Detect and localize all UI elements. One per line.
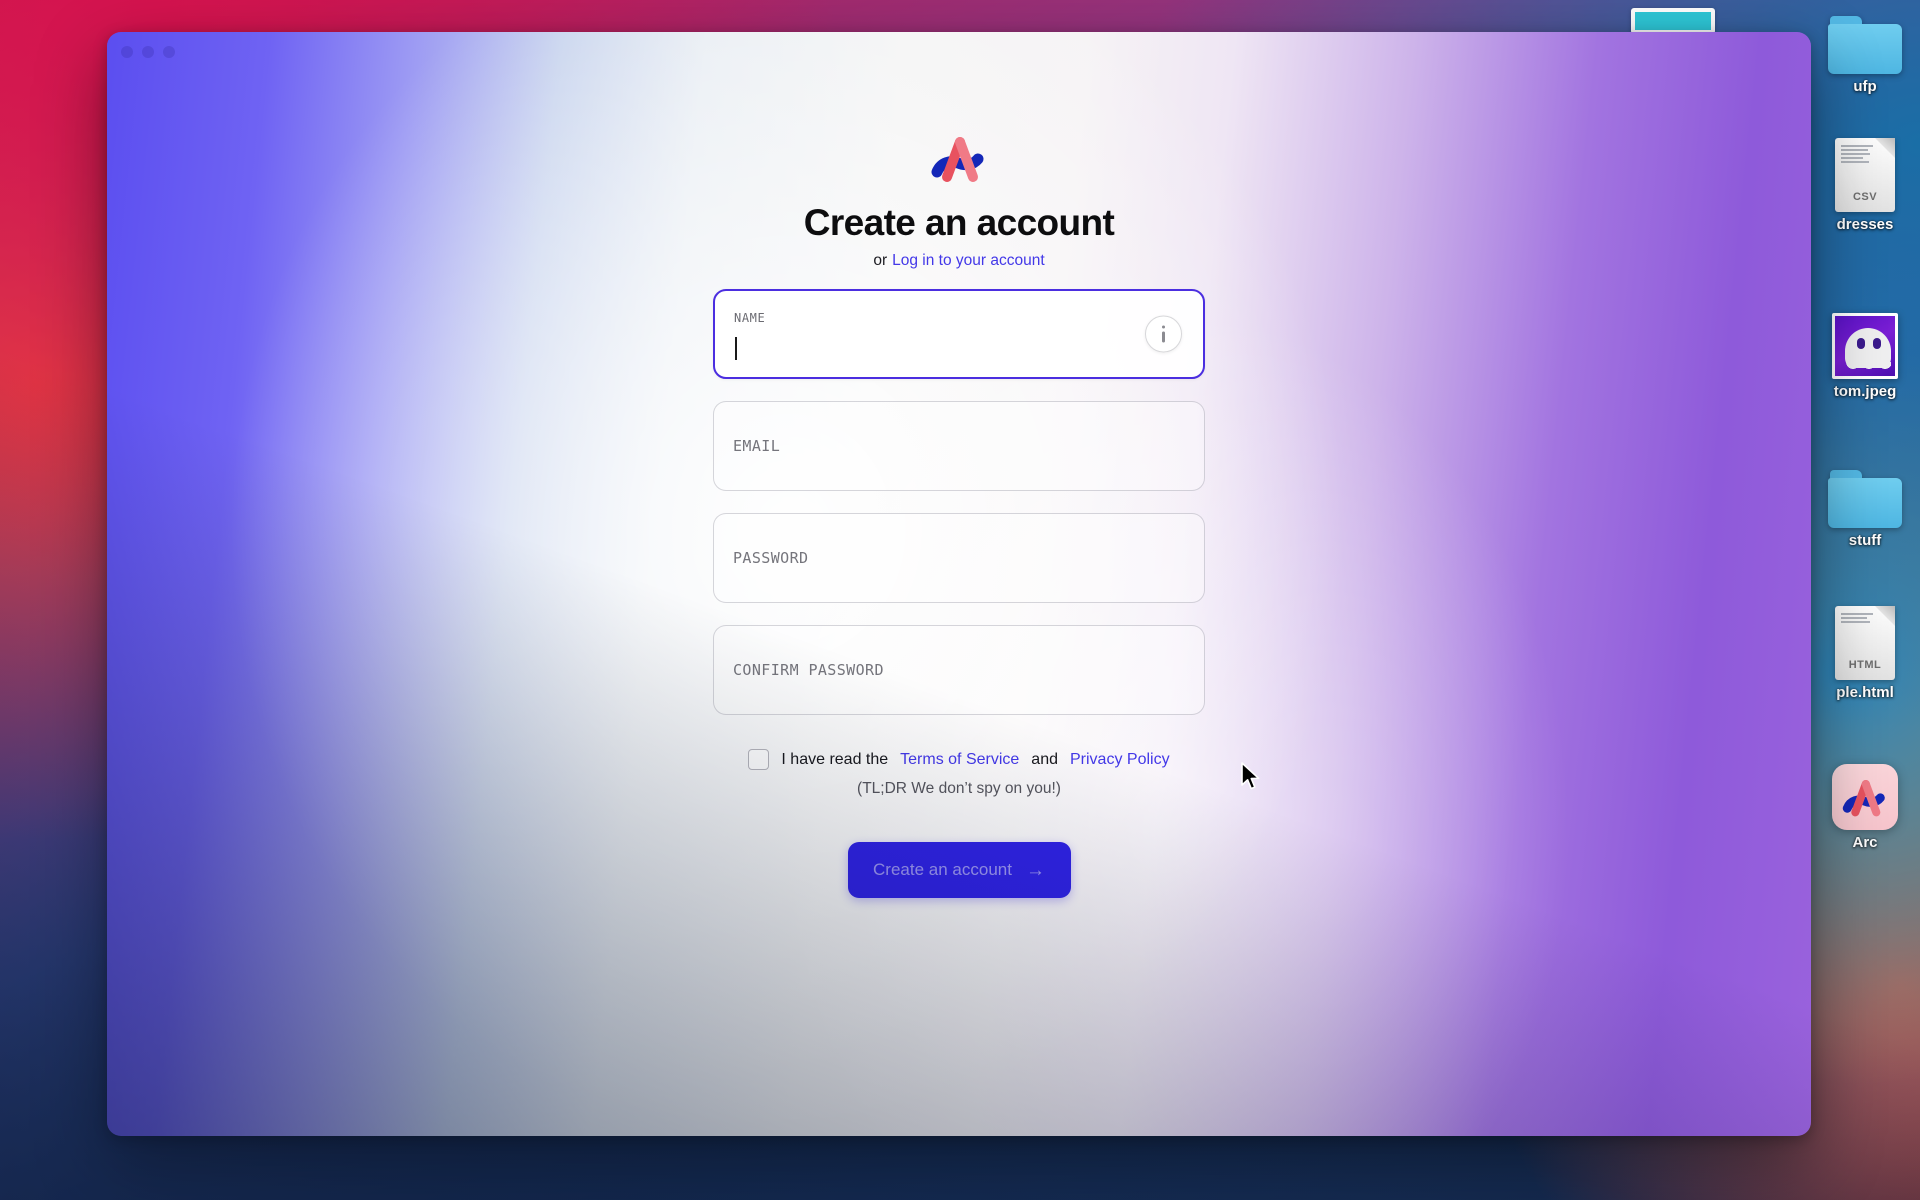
desktop-icon-label: ufp [1853,78,1877,95]
confirm-password-field[interactable]: CONFIRM PASSWORD [713,625,1205,715]
folder-icon [1828,470,1902,528]
privacy-policy-link[interactable]: Privacy Policy [1070,751,1170,769]
desktop-icon-label: dresses [1836,216,1894,233]
close-button[interactable] [121,46,133,58]
name-field[interactable]: NAME [713,289,1205,379]
confirm-password-field-placeholder: CONFIRM PASSWORD [733,661,884,679]
csv-file-icon: CSV [1835,138,1895,212]
login-prompt-prefix: or [873,252,888,269]
tldr-note: (TL;DR We don’t spy on you!) [857,780,1061,797]
arc-app-icon [1832,764,1898,830]
password-field[interactable]: PASSWORD [713,513,1205,603]
text-caret [735,337,737,360]
html-file-icon: HTML [1835,606,1895,680]
email-field-placeholder: EMAIL [733,437,781,455]
desktop-icon-label: Arc [1852,834,1878,851]
folder-icon [1828,16,1902,74]
password-field-placeholder: PASSWORD [733,549,809,567]
image-thumbnail-icon [1832,313,1898,379]
name-field-label: NAME [734,311,766,325]
arc-signup-window: Create an account or Log in to your accou… [107,32,1811,1136]
email-field[interactable]: EMAIL [713,401,1205,491]
consent-text-before: I have read the [781,750,889,768]
arc-logo-icon [931,137,984,182]
create-account-button[interactable]: Create an account → [847,842,1071,898]
consent-checkbox[interactable] [748,749,770,770]
window-traffic-lights[interactable] [121,46,175,58]
consent-text-between: and [1031,750,1058,768]
page-title: Create an account [803,202,1115,243]
arrow-right-icon: → [1025,859,1045,881]
create-account-button-label: Create an account [873,860,1012,879]
minimize-button[interactable] [142,46,154,58]
info-icon[interactable] [1145,315,1182,353]
file-extension-badge: CSV [1852,191,1878,203]
login-link[interactable]: Log in to your account [892,252,1045,269]
login-prompt: or Log in to your account [873,252,1044,270]
consent-row: I have read the Terms of Service and Pri… [748,749,1170,770]
zoom-button[interactable] [163,46,175,58]
file-extension-badge: HTML [1848,659,1882,671]
desktop-icon-label: tom.jpeg [1833,383,1897,400]
teal-window-strip[interactable] [1631,8,1715,34]
signup-form: Create an account or Log in to your accou… [713,132,1205,898]
desktop-icon-label: stuff [1848,532,1882,549]
desktop-icon-label: ple.html [1836,684,1894,701]
desktop-background: ufp CSV dresses tom.jpeg stuff HTML ple.… [0,0,1920,1200]
terms-of-service-link[interactable]: Terms of Service [900,751,1019,769]
